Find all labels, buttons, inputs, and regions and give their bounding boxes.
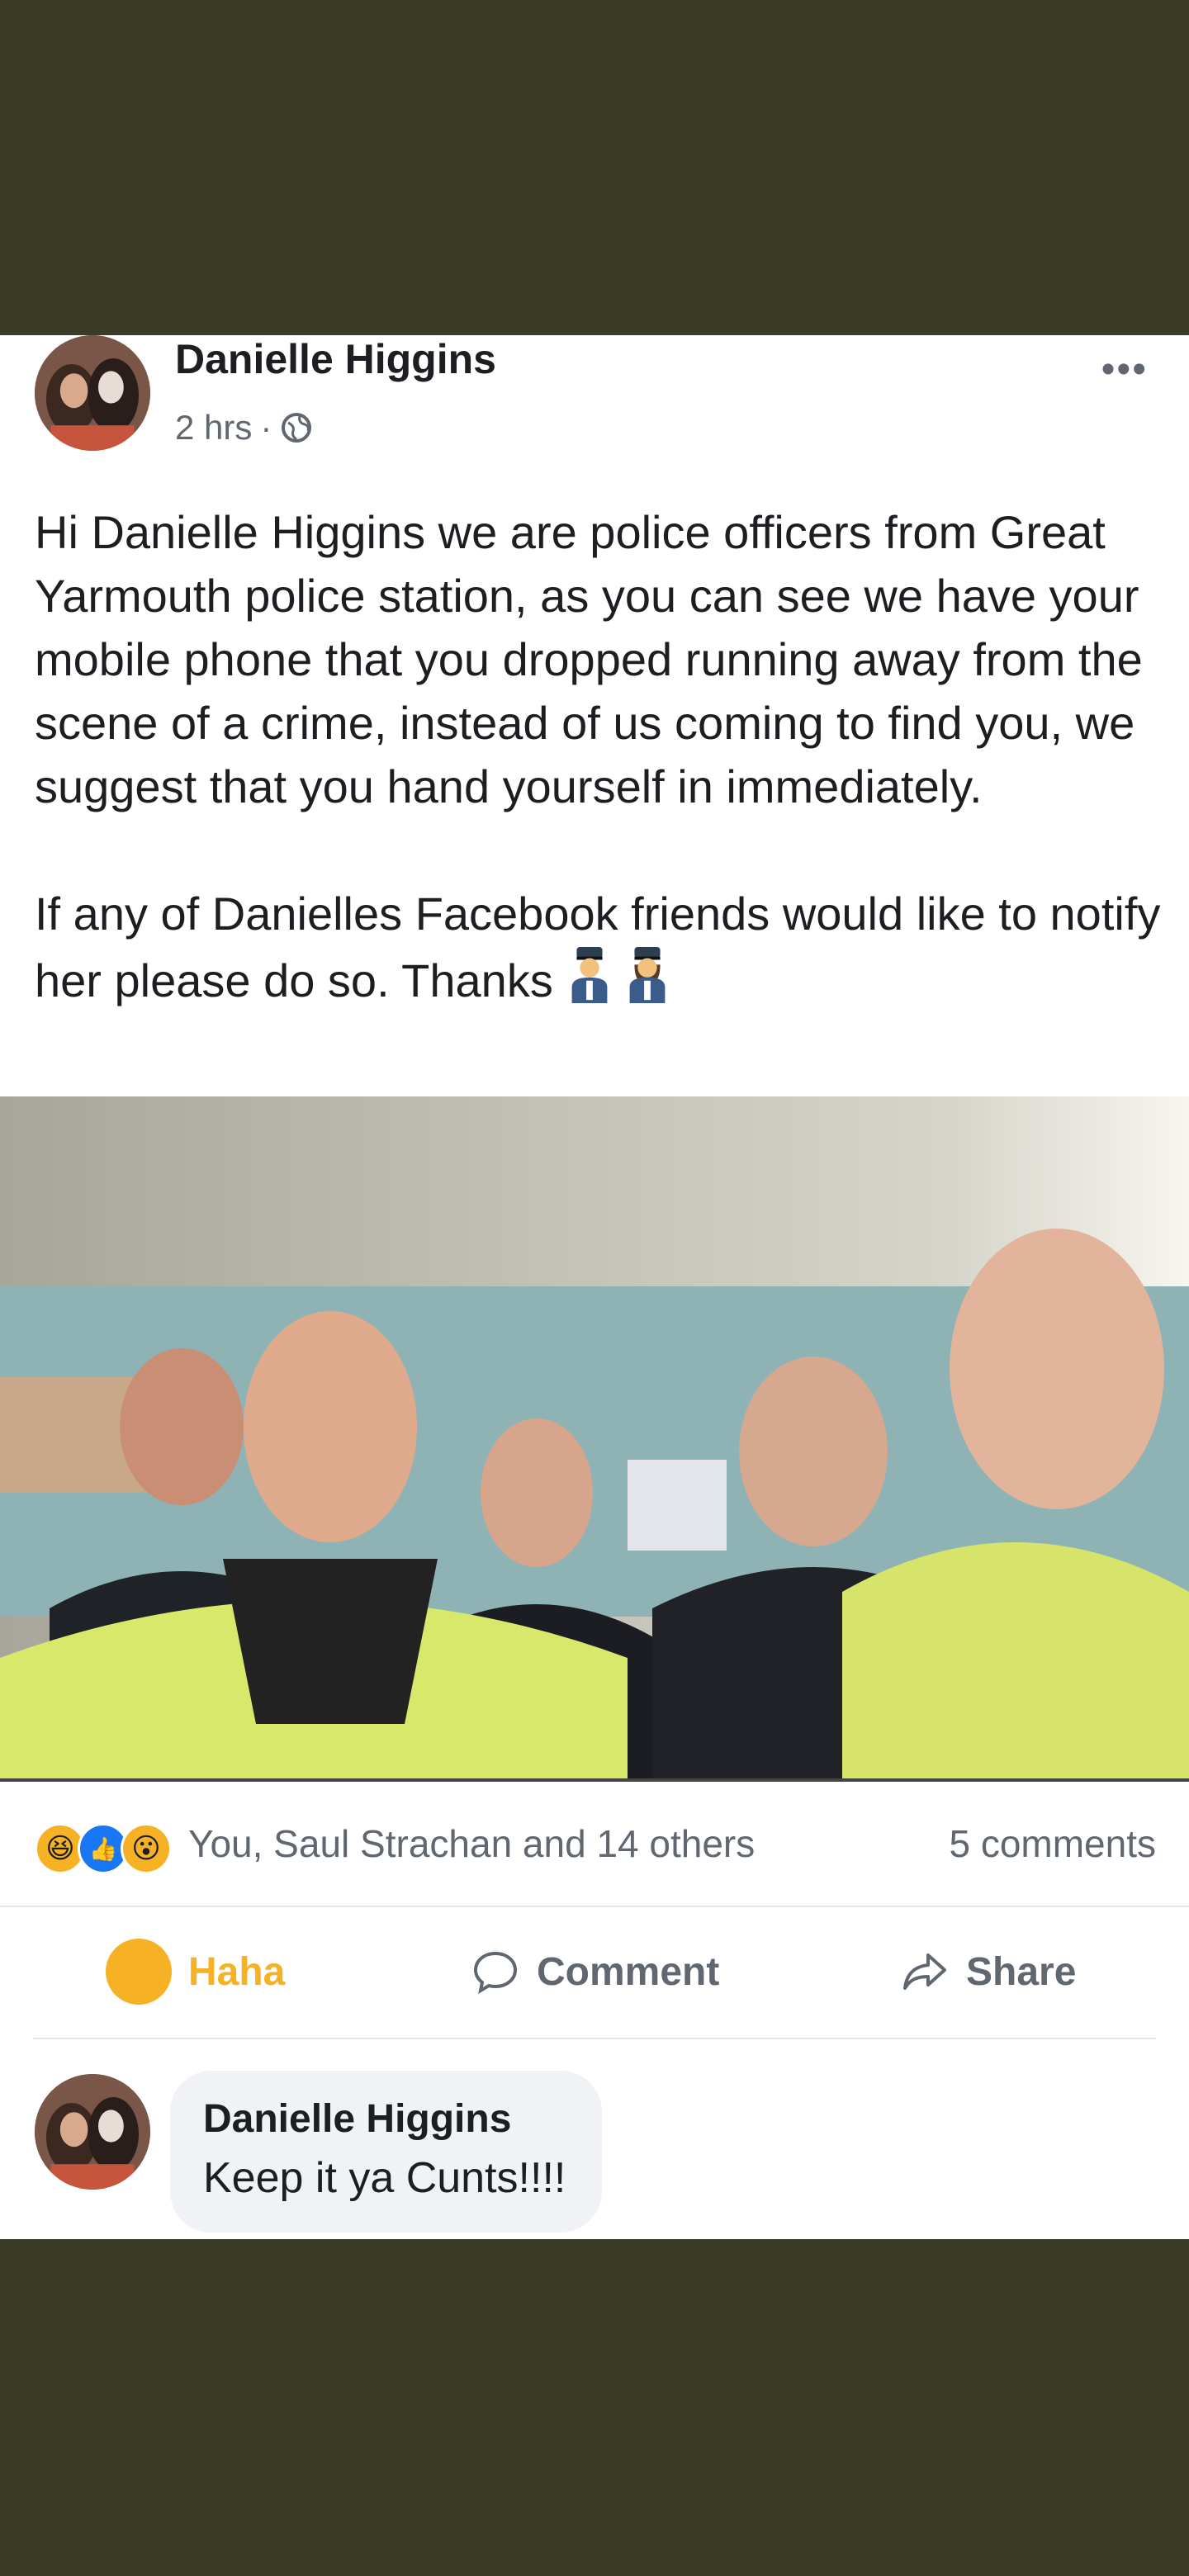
- more-options-icon[interactable]: •••: [1101, 347, 1148, 392]
- reactions-row: 😆 👍 😮 You, Saul Strachan and 14 others 5…: [0, 1782, 1189, 1907]
- post-time[interactable]: 2 hrs: [175, 408, 252, 447]
- male-police-officer-icon: [571, 946, 608, 1003]
- female-police-officer-icon: [629, 946, 666, 1003]
- post-meta: 2 hrs ·: [175, 408, 313, 447]
- actions-row: 😆 Haha Comment Share: [33, 1906, 1156, 2039]
- post-card: Danielle Higgins 2 hrs · ••• Hi Danielle…: [0, 335, 1189, 2239]
- share-button[interactable]: Share: [900, 1906, 1076, 2038]
- reaction-icons[interactable]: 😆 👍 😮: [35, 1823, 172, 1874]
- comment-bubble[interactable]: Danielle Higgins Keep it ya Cunts!!!!: [170, 2071, 603, 2233]
- post-photo[interactable]: [0, 1096, 1189, 1782]
- wow-reaction-icon: 😮: [121, 1823, 172, 1874]
- comment-author[interactable]: Danielle Higgins: [203, 2091, 566, 2148]
- officer-emojis: [568, 945, 669, 1003]
- post-paragraph-2: If any of Danielles Facebook friends wou…: [35, 882, 1166, 1012]
- globe-icon: [280, 411, 313, 444]
- post-paragraph-1: Hi Danielle Higgins we are police office…: [35, 506, 1143, 812]
- commenter-avatar[interactable]: [35, 2074, 150, 2190]
- post-text: Hi Danielle Higgins we are police office…: [35, 500, 1166, 1012]
- comment-count[interactable]: 5 comments: [949, 1821, 1156, 1866]
- author-name[interactable]: Danielle Higgins: [175, 335, 496, 383]
- reaction-summary[interactable]: You, Saul Strachan and 14 others: [188, 1821, 755, 1866]
- haha-label: Haha: [188, 1949, 286, 1994]
- comment-button[interactable]: Comment: [471, 1906, 719, 2038]
- haha-button[interactable]: 😆 Haha: [106, 1906, 285, 2038]
- meta-separator: ·: [260, 408, 272, 447]
- author-avatar[interactable]: [35, 335, 150, 451]
- comment-label: Comment: [537, 1949, 720, 1994]
- comment-text: Keep it ya Cunts!!!!: [203, 2154, 566, 2202]
- share-icon: [903, 1953, 946, 1990]
- comment-icon: [473, 1951, 518, 1995]
- haha-icon: 😆: [106, 1939, 172, 2005]
- share-label: Share: [966, 1949, 1077, 1994]
